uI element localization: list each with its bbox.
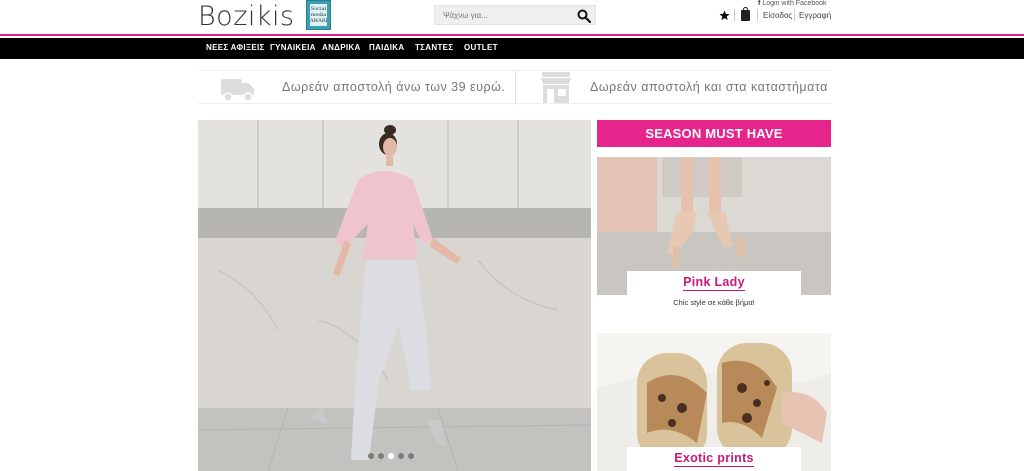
facebook-login-link[interactable]: f Login with Facebook xyxy=(758,0,827,7)
site-logo[interactable]: Bozikis xyxy=(198,2,295,32)
shipping-info-bar: Δωρεάν αποστολή άνω των 39 ευρώ. Δωρεάν … xyxy=(198,70,832,105)
delivery-truck-icon xyxy=(221,79,254,102)
slider-dot[interactable] xyxy=(368,453,374,459)
register-link[interactable]: Εγγραφή xyxy=(799,11,831,20)
promo-exotic-prints-label: Exotic prints xyxy=(627,447,801,471)
store-icon xyxy=(541,72,571,103)
shopping-bag-icon[interactable] xyxy=(741,7,750,21)
season-must-have-heading: SEASON MUST HAVE xyxy=(597,120,831,147)
slider-dot[interactable] xyxy=(398,453,404,459)
facebook-icon: f xyxy=(758,0,761,7)
nav-item-bags[interactable]: ΤΣΑΝΤΕΣ xyxy=(415,43,453,52)
promo-pink-lady-label: Pink Lady xyxy=(627,271,801,295)
slider-dot[interactable] xyxy=(378,453,384,459)
site-header: Bozikis Social media AWARDS fLogin with … xyxy=(0,0,1024,36)
search-icon[interactable] xyxy=(577,9,591,23)
promo-pink-lady-subtitle: Chic style σε κάθε βήμα! xyxy=(673,298,755,307)
nav-item-new-arrivals[interactable]: ΝΕΕΣ ΑΦΙΞΕΙΣ xyxy=(206,43,265,52)
shipping-divider xyxy=(515,71,516,105)
search-input[interactable] xyxy=(443,8,573,23)
header-divider xyxy=(757,9,758,21)
nav-item-men[interactable]: ΑΝΔΡΙΚΑ xyxy=(322,43,361,52)
social-media-award-badge[interactable]: Social media AWARDS xyxy=(306,0,331,30)
promo-exotic-prints-title[interactable]: Exotic prints xyxy=(674,447,754,467)
free-shipping-threshold-text: Δωρεάν αποστολή άνω των 39 ευρώ. xyxy=(282,80,506,94)
slider-dot-active[interactable] xyxy=(388,453,394,459)
facebook-login-label: Login with Facebook xyxy=(762,0,827,7)
hero-slider[interactable] xyxy=(198,120,591,471)
slider-dot[interactable] xyxy=(408,453,414,459)
slider-pagination xyxy=(368,446,418,464)
search-box xyxy=(434,5,596,25)
hero-slide-image xyxy=(198,120,591,471)
main-navigation: ΝΕΕΣ ΑΦΙΞΕΙΣ ΓΥΝΑΙΚΕΙΑ ΑΝΔΡΙΚΑ ΠΑΙΔΙΚΑ Τ… xyxy=(0,38,1024,59)
nav-item-outlet[interactable]: OUTLET xyxy=(464,43,498,52)
promo-pink-lady[interactable]: Pink Lady xyxy=(597,157,831,295)
nav-item-women[interactable]: ΓΥΝΑΙΚΕΙΑ xyxy=(270,43,316,52)
header-divider xyxy=(794,9,795,21)
wishlist-star-icon[interactable] xyxy=(719,10,730,21)
promo-exotic-prints[interactable]: Exotic prints xyxy=(597,333,831,471)
login-link[interactable]: Είσοδος xyxy=(763,11,792,20)
award-badge-text: Social media AWARDS xyxy=(310,4,327,26)
header-divider xyxy=(734,9,735,21)
promo-pink-lady-title[interactable]: Pink Lady xyxy=(683,271,745,291)
nav-item-kids[interactable]: ΠΑΙΔΙΚΑ xyxy=(369,43,404,52)
free-store-shipping-text: Δωρεάν αποστολή και στα καταστήματα xyxy=(590,80,828,94)
